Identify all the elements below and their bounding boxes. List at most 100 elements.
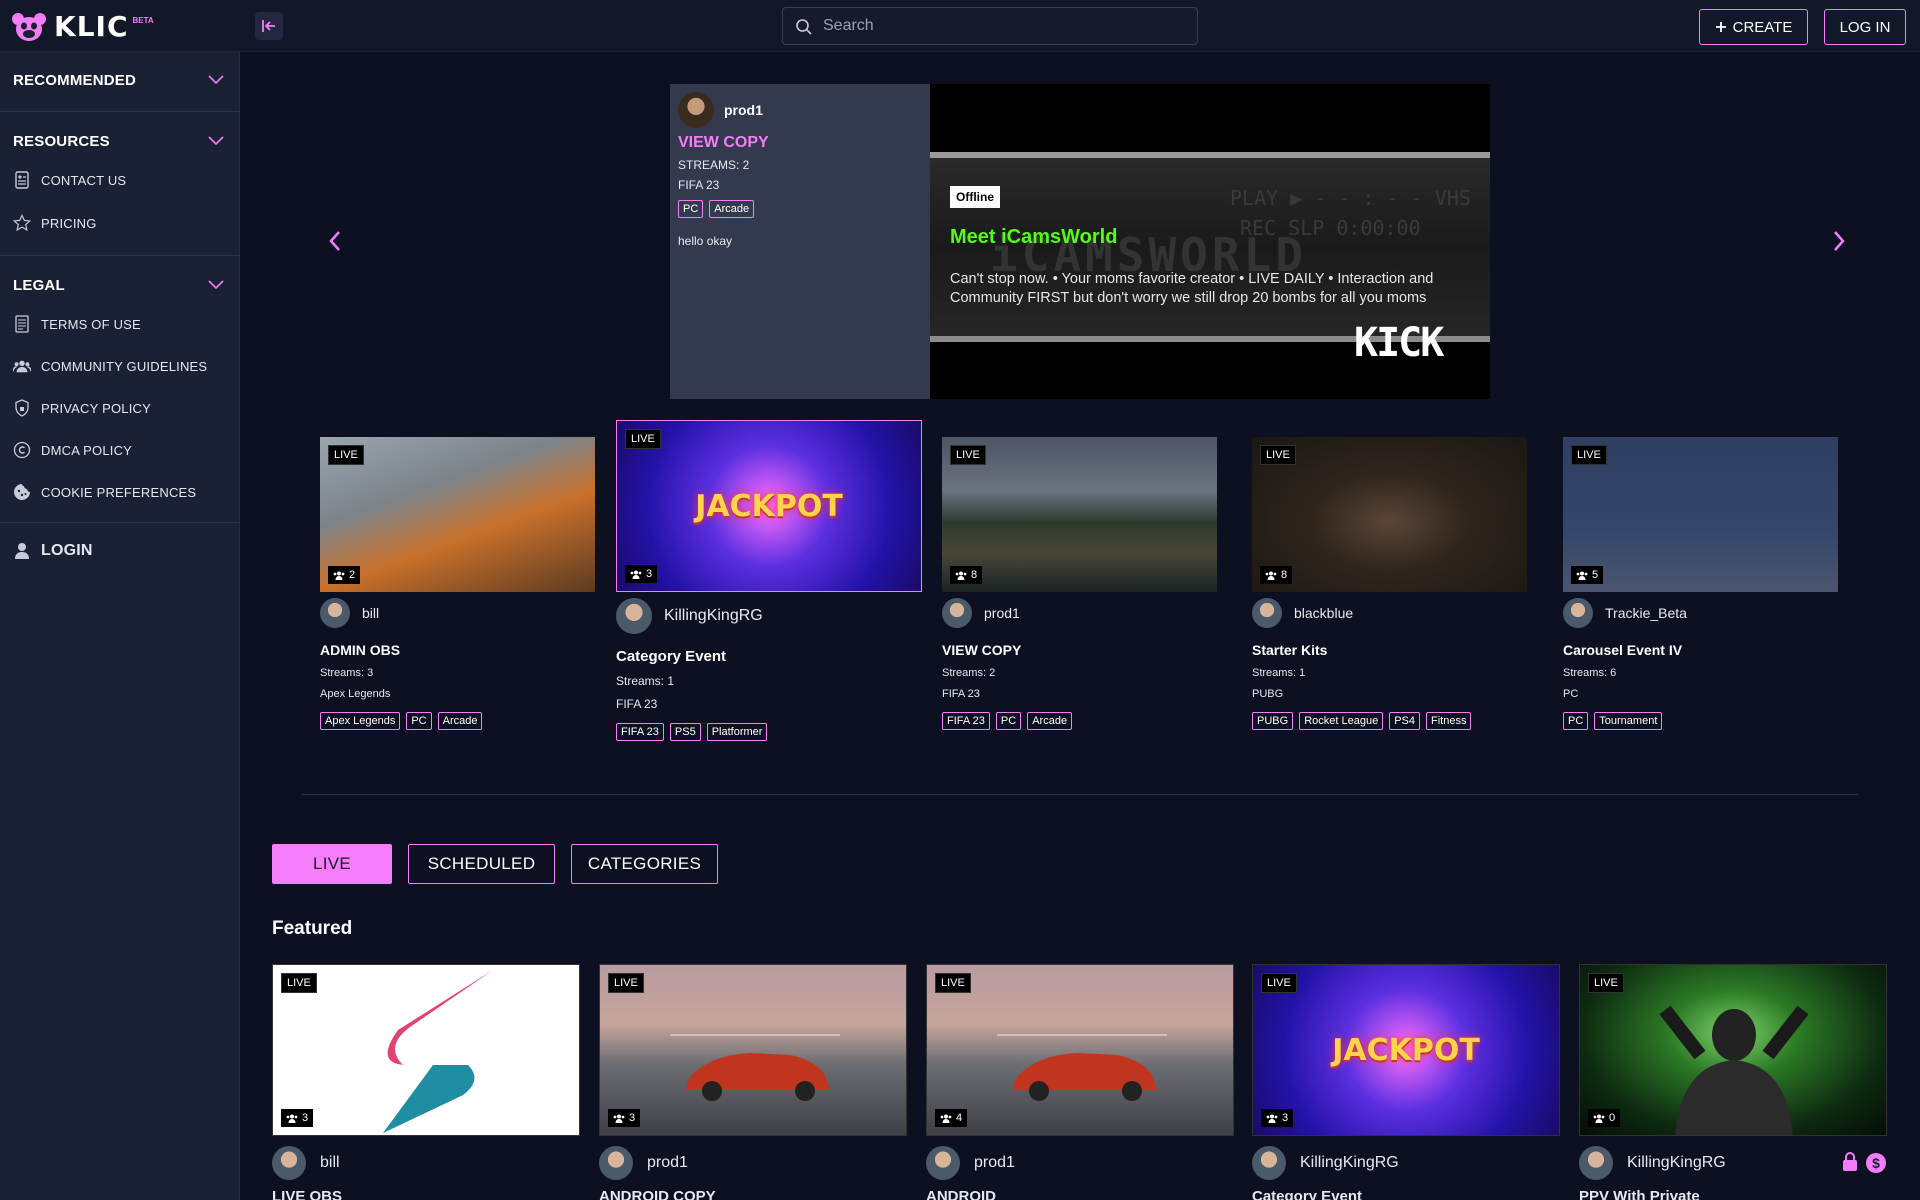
- stream-card[interactable]: LIVE 8 prod1 VIEW COPY Streams: 2 FIFA 23 FIFA…: [942, 437, 1217, 730]
- stream-user[interactable]: prod1: [942, 598, 1217, 628]
- tag[interactable]: PUBG: [1252, 712, 1294, 730]
- stream-card[interactable]: LIVE 2 bill ADMIN OBS Streams: 3 Apex Legends…: [320, 437, 595, 730]
- tag[interactable]: Rocket League: [1299, 712, 1384, 730]
- tag[interactable]: Arcade: [1027, 712, 1073, 730]
- stream-user[interactable]: bill: [320, 598, 595, 628]
- contact-icon: [13, 171, 31, 189]
- stream-title[interactable]: PPV With Private: [1579, 1188, 1887, 1200]
- tag[interactable]: PC: [406, 712, 432, 730]
- tab-scheduled[interactable]: SCHEDULED: [408, 844, 555, 884]
- section-legal[interactable]: LEGAL: [13, 277, 65, 294]
- live-badge: LIVE: [608, 973, 644, 993]
- live-badge: LIVE: [950, 445, 986, 465]
- stream-thumbnail[interactable]: LIVE 5: [1563, 437, 1838, 592]
- stream-thumbnail[interactable]: LIVE 8: [1252, 437, 1527, 592]
- avatar: [678, 92, 714, 128]
- carousel-prev-arrow[interactable]: [328, 230, 342, 252]
- stream-title[interactable]: Carousel Event IV: [1563, 642, 1838, 658]
- paid-indicators: $: [1841, 1152, 1887, 1174]
- stream-user[interactable]: prod1: [599, 1146, 907, 1180]
- stream-thumbnail[interactable]: LIVE 0: [1579, 964, 1887, 1136]
- stream-thumbnail[interactable]: LIVE 3: [272, 964, 580, 1136]
- tag[interactable]: Apex Legends: [320, 712, 401, 730]
- stream-card[interactable]: JACKPOT LIVE 3 KillingKingRG Category Event S…: [616, 420, 922, 741]
- featured-card[interactable]: LIVE 3 bill LIVE OBS: [272, 964, 580, 1200]
- avatar: [1252, 598, 1282, 628]
- stream-thumbnail[interactable]: JACKPOT LIVE 3: [616, 420, 922, 592]
- featured-card[interactable]: JACKPOT LIVE 3 KillingKingRG Category Event: [1252, 964, 1560, 1200]
- stream-thumbnail[interactable]: LIVE 4: [926, 964, 1234, 1136]
- search-input[interactable]: [823, 17, 1197, 35]
- sidebar-item-cookie-preferences[interactable]: COOKIE PREFERENCES: [13, 483, 196, 501]
- offline-banner: PLAY ▶ - - : - - VHS REC SLP 0:00:00 iCA…: [930, 152, 1490, 342]
- sidebar-item-dmca-policy[interactable]: DMCA POLICY: [13, 441, 132, 459]
- hero-banner[interactable]: prod1 VIEW COPY STREAMS: 2 FIFA 23 PC Ar…: [670, 84, 1490, 399]
- stream-thumbnail[interactable]: LIVE 3: [599, 964, 907, 1136]
- section-resources[interactable]: RESOURCES: [13, 133, 110, 150]
- logo[interactable]: KLIC BETA: [12, 10, 154, 43]
- sidebar-item-pricing[interactable]: PRICING: [13, 213, 97, 232]
- tag[interactable]: PS5: [669, 723, 701, 741]
- stream-thumbnail[interactable]: LIVE 2: [320, 437, 595, 592]
- hero-video-preview[interactable]: PLAY ▶ - - : - - VHS REC SLP 0:00:00 iCA…: [930, 84, 1490, 399]
- tag[interactable]: Fitness: [1425, 712, 1472, 730]
- stream-card[interactable]: LIVE 5 Trackie_Beta Carousel Event IV Stream…: [1563, 437, 1838, 730]
- tag[interactable]: FIFA 23: [942, 712, 990, 730]
- stream-title[interactable]: ADMIN OBS: [320, 642, 595, 658]
- stream-title[interactable]: Category Event: [616, 648, 922, 665]
- tag[interactable]: PC: [995, 712, 1022, 730]
- viewer-count: 8: [1260, 566, 1293, 584]
- carousel-next-arrow[interactable]: [1832, 230, 1846, 252]
- tag[interactable]: Arcade: [437, 712, 483, 730]
- tag[interactable]: Platformer: [706, 723, 768, 741]
- stream-title[interactable]: ANDROID COPY: [599, 1188, 907, 1200]
- section-recommended[interactable]: RECOMMENDED: [13, 72, 136, 89]
- search-box[interactable]: [782, 7, 1198, 45]
- sidebar-item-community-guidelines[interactable]: COMMUNITY GUIDELINES: [13, 357, 207, 375]
- stream-user[interactable]: KillingKingRG: [616, 598, 922, 634]
- login-button[interactable]: LOG IN: [1824, 9, 1906, 45]
- stream-game: FIFA 23: [616, 697, 658, 711]
- stream-user[interactable]: blackblue: [1252, 598, 1527, 628]
- stream-title[interactable]: Category Event: [1252, 1188, 1560, 1200]
- chevron-down-icon[interactable]: [208, 136, 224, 146]
- live-badge: LIVE: [281, 973, 317, 993]
- stream-title[interactable]: VIEW COPY: [942, 642, 1217, 658]
- stream-user[interactable]: KillingKingRG $: [1579, 1146, 1887, 1180]
- create-button[interactable]: CREATE: [1699, 9, 1808, 45]
- sidebar-item-contact-us[interactable]: CONTACT US: [13, 171, 126, 189]
- stream-user[interactable]: KillingKingRG: [1252, 1146, 1560, 1180]
- tag[interactable]: Tournament: [1594, 712, 1663, 730]
- stream-title[interactable]: LIVE OBS: [272, 1188, 580, 1200]
- tag[interactable]: PC: [1563, 712, 1589, 730]
- avatar: [272, 1146, 306, 1180]
- stream-title[interactable]: ANDROID: [926, 1188, 1234, 1200]
- collapse-sidebar-button[interactable]: [255, 12, 283, 40]
- chevron-down-icon[interactable]: [208, 75, 224, 85]
- stream-user[interactable]: Trackie_Beta: [1563, 598, 1838, 628]
- hero-stream-title[interactable]: VIEW COPY: [678, 134, 922, 152]
- stream-thumbnail[interactable]: LIVE 8: [942, 437, 1217, 592]
- stream-card[interactable]: LIVE 8 blackblue Starter Kits Streams: 1 PUBG…: [1252, 437, 1527, 730]
- sidebar-item-privacy-policy[interactable]: PRIVACY POLICY: [13, 399, 151, 417]
- chevron-down-icon[interactable]: [208, 280, 224, 290]
- tag[interactable]: PS4: [1389, 712, 1420, 730]
- stream-title[interactable]: Starter Kits: [1252, 642, 1527, 658]
- featured-card[interactable]: LIVE 3 prod1 ANDROID COPY: [599, 964, 907, 1200]
- stream-count: Streams: 2: [942, 667, 996, 679]
- featured-card[interactable]: LIVE 0 KillingKingRG $ PPV With Private: [1579, 964, 1887, 1200]
- hero-user[interactable]: prod1: [678, 92, 922, 128]
- tag[interactable]: FIFA 23: [616, 723, 664, 741]
- featured-card[interactable]: LIVE 4 prod1 ANDROID: [926, 964, 1234, 1200]
- stream-count: Streams: 1: [1252, 667, 1306, 679]
- stream-user[interactable]: bill: [272, 1146, 580, 1180]
- live-badge: LIVE: [1571, 445, 1607, 465]
- tab-live[interactable]: LIVE: [272, 844, 392, 884]
- stream-thumbnail[interactable]: JACKPOT LIVE 3: [1252, 964, 1560, 1136]
- sidebar-login[interactable]: LOGIN: [13, 542, 93, 560]
- tag[interactable]: Arcade: [709, 200, 755, 218]
- tag[interactable]: PC: [678, 200, 704, 218]
- stream-user[interactable]: prod1: [926, 1146, 1234, 1180]
- tab-categories[interactable]: CATEGORIES: [571, 844, 718, 884]
- sidebar-item-terms[interactable]: TERMS OF USE: [13, 315, 141, 333]
